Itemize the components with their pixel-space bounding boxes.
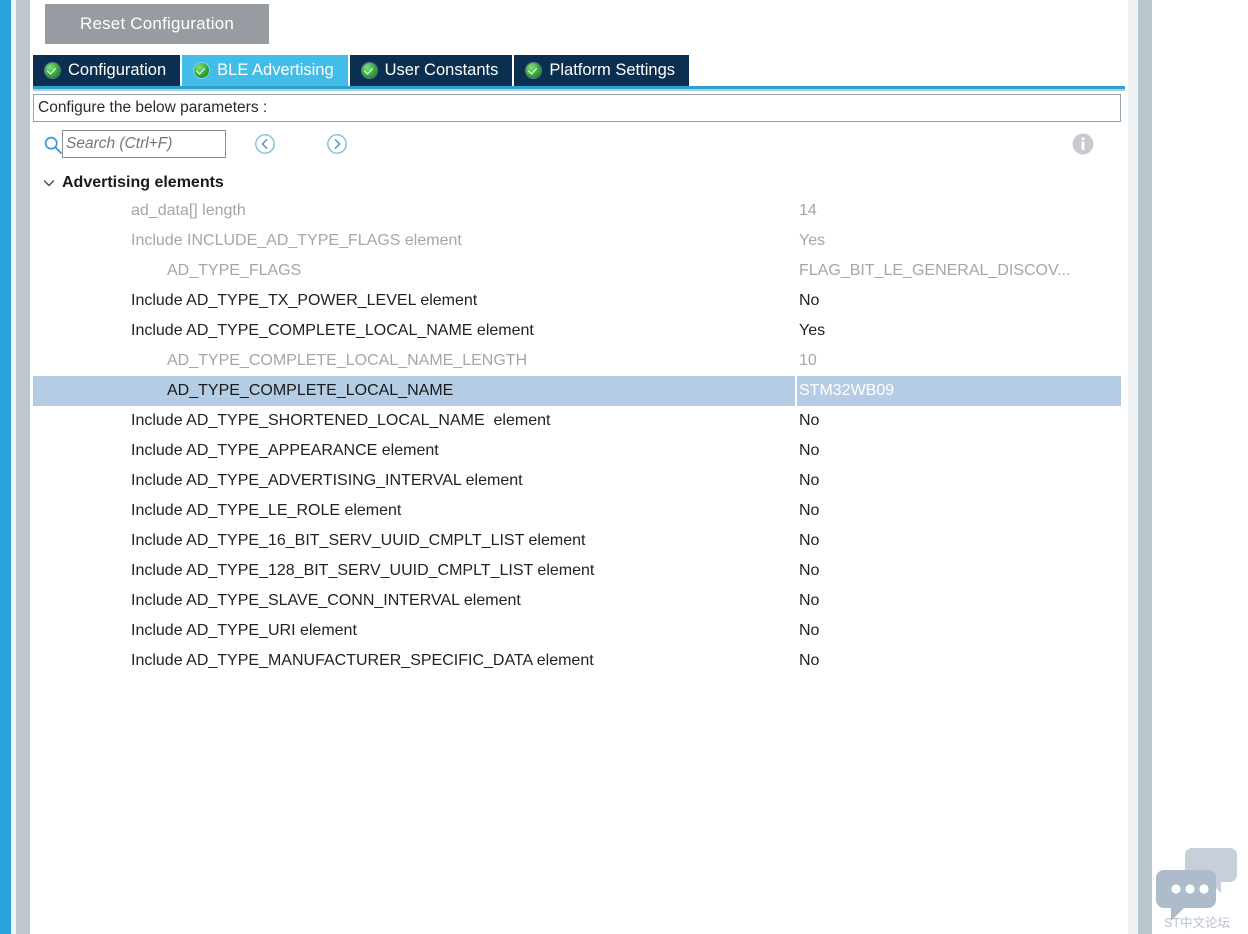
tab-label: Platform Settings [549,61,675,79]
parameter-name: Include AD_TYPE_MANUFACTURER_SPECIFIC_DA… [131,652,594,669]
vertical-scrollbar[interactable] [1138,0,1152,934]
parameter-name: Include AD_TYPE_SLAVE_CONN_INTERVAL elem… [131,592,521,609]
tab-configuration[interactable]: Configuration [33,55,181,86]
left-accent-stripe [0,0,11,934]
tab-user-constants[interactable]: User Constants [349,55,513,86]
parameter-value[interactable]: Yes [799,232,825,250]
column-separator [795,376,797,406]
right-gutter [1128,0,1138,934]
parameter-value[interactable]: 10 [799,352,817,370]
parameter-name: Include AD_TYPE_TX_POWER_LEVEL element [131,292,478,309]
parameter-value[interactable]: No [799,292,819,310]
tree-row[interactable]: Include AD_TYPE_SHORTENED_LOCAL_NAME ele… [33,406,1121,436]
instruction-text: Configure the below parameters : [38,99,268,116]
green-check-icon [45,63,60,78]
tree-row[interactable]: Include AD_TYPE_16_BIT_SERV_UUID_CMPLT_L… [33,526,1121,556]
tree-row[interactable]: Include AD_TYPE_ADVERTISING_INTERVAL ele… [33,466,1121,496]
tab-bar: Configuration BLE Advertising User Const… [33,55,1125,86]
tree-row[interactable]: Include AD_TYPE_URI element No [33,616,1121,646]
tree-row[interactable]: Include AD_TYPE_MANUFACTURER_SPECIFIC_DA… [33,646,1121,676]
tree-group-label: Advertising elements [62,174,224,191]
parameter-name: Include AD_TYPE_LE_ROLE element [131,502,402,519]
tree-row[interactable]: Include AD_TYPE_128_BIT_SERV_UUID_CMPLT_… [33,556,1121,586]
parameter-name: Include AD_TYPE_128_BIT_SERV_UUID_CMPLT_… [131,562,595,579]
tree-group-advertising-elements[interactable]: Advertising elements [33,170,1121,196]
watermark-label: ST中文论坛 [1164,916,1230,930]
parameter-value[interactable]: No [799,562,819,580]
parameter-value[interactable]: No [799,502,819,520]
tab-label: Configuration [68,61,167,79]
tree-row[interactable]: Include AD_TYPE_TX_POWER_LEVEL element No [33,286,1121,316]
parameter-name: AD_TYPE_FLAGS [167,262,302,279]
search-toolbar [33,128,1121,164]
circle-chevron-right-icon[interactable] [326,133,348,155]
parameter-name: Include AD_TYPE_COMPLETE_LOCAL_NAME elem… [131,322,534,339]
parameter-value[interactable]: 14 [799,202,817,220]
parameter-name: Include AD_TYPE_ADVERTISING_INTERVAL ele… [131,472,523,489]
application-window: Reset Configuration Configuration BLE Ad… [0,0,1248,934]
search-input[interactable] [62,130,226,158]
tree-rows: ad_data[] length 14 Include INCLUDE_AD_TYP… [33,196,1121,676]
tab-label: BLE Advertising [217,61,334,79]
tree-row[interactable]: Include AD_TYPE_SLAVE_CONN_INTERVAL elem… [33,586,1121,616]
parameter-name: Include AD_TYPE_URI element [131,622,357,639]
parameter-value[interactable]: STM32WB09 [799,382,894,400]
search-icon [44,136,62,154]
parameter-value[interactable]: No [799,592,819,610]
parameter-value[interactable]: No [799,442,819,460]
tree-row[interactable]: ad_data[] length 14 [33,196,1121,226]
tree-row[interactable]: Include AD_TYPE_APPEARANCE element No [33,436,1121,466]
tab-platform-settings[interactable]: Platform Settings [514,55,689,86]
parameter-name: AD_TYPE_COMPLETE_LOCAL_NAME_LENGTH [167,352,528,369]
parameter-value[interactable]: No [799,652,819,670]
parameter-name: Include AD_TYPE_16_BIT_SERV_UUID_CMPLT_L… [131,532,586,549]
circle-chevron-left-icon[interactable] [254,133,276,155]
parameter-value[interactable]: No [799,412,819,430]
parameter-value[interactable]: No [799,622,819,640]
parameter-name: ad_data[] length [131,202,246,219]
tree-row[interactable]: Include AD_TYPE_COMPLETE_LOCAL_NAME elem… [33,316,1121,346]
parameter-value[interactable]: No [799,472,819,490]
parameter-name: AD_TYPE_COMPLETE_LOCAL_NAME [167,382,454,399]
parameter-name: Include AD_TYPE_SHORTENED_LOCAL_NAME ele… [131,412,551,429]
parameter-tree: Advertising elements ad_data[] length 14 I… [33,170,1121,930]
parameter-value[interactable]: Yes [799,322,825,340]
info-icon[interactable] [1071,132,1095,156]
green-check-icon [526,63,542,78]
tab-underline-secondary [33,89,1125,91]
instruction-banner: Configure the below parameters : [33,94,1121,122]
tree-row[interactable]: Include AD_TYPE_LE_ROLE element No [33,496,1121,526]
tree-row[interactable]: AD_TYPE_COMPLETE_LOCAL_NAME_LENGTH 10 [33,346,1121,376]
reset-configuration-button[interactable]: Reset Configuration [45,4,269,44]
tab-bar-filler [691,55,1125,86]
tab-ble-advertising[interactable]: BLE Advertising [182,55,348,86]
tree-row[interactable]: Include INCLUDE_AD_TYPE_FLAGS element Yes [33,226,1121,256]
green-check-icon [194,63,210,78]
parameter-name: Include AD_TYPE_APPEARANCE element [131,442,439,459]
chevron-down-icon[interactable] [41,175,57,191]
parameter-name: Include INCLUDE_AD_TYPE_FLAGS element [131,232,462,249]
green-check-icon [361,63,377,78]
tab-label: User Constants [384,61,499,79]
tree-row[interactable]: AD_TYPE_FLAGS FLAG_BIT_LE_GENERAL_DISCOV.… [33,256,1121,286]
parameter-value[interactable]: FLAG_BIT_LE_GENERAL_DISCOV... [799,262,1071,280]
right-background [1152,0,1248,934]
left-scrollbar[interactable] [16,0,30,934]
tree-row[interactable]: AD_TYPE_COMPLETE_LOCAL_NAME STM32WB09 [33,376,1121,406]
parameter-value[interactable]: No [799,532,819,550]
